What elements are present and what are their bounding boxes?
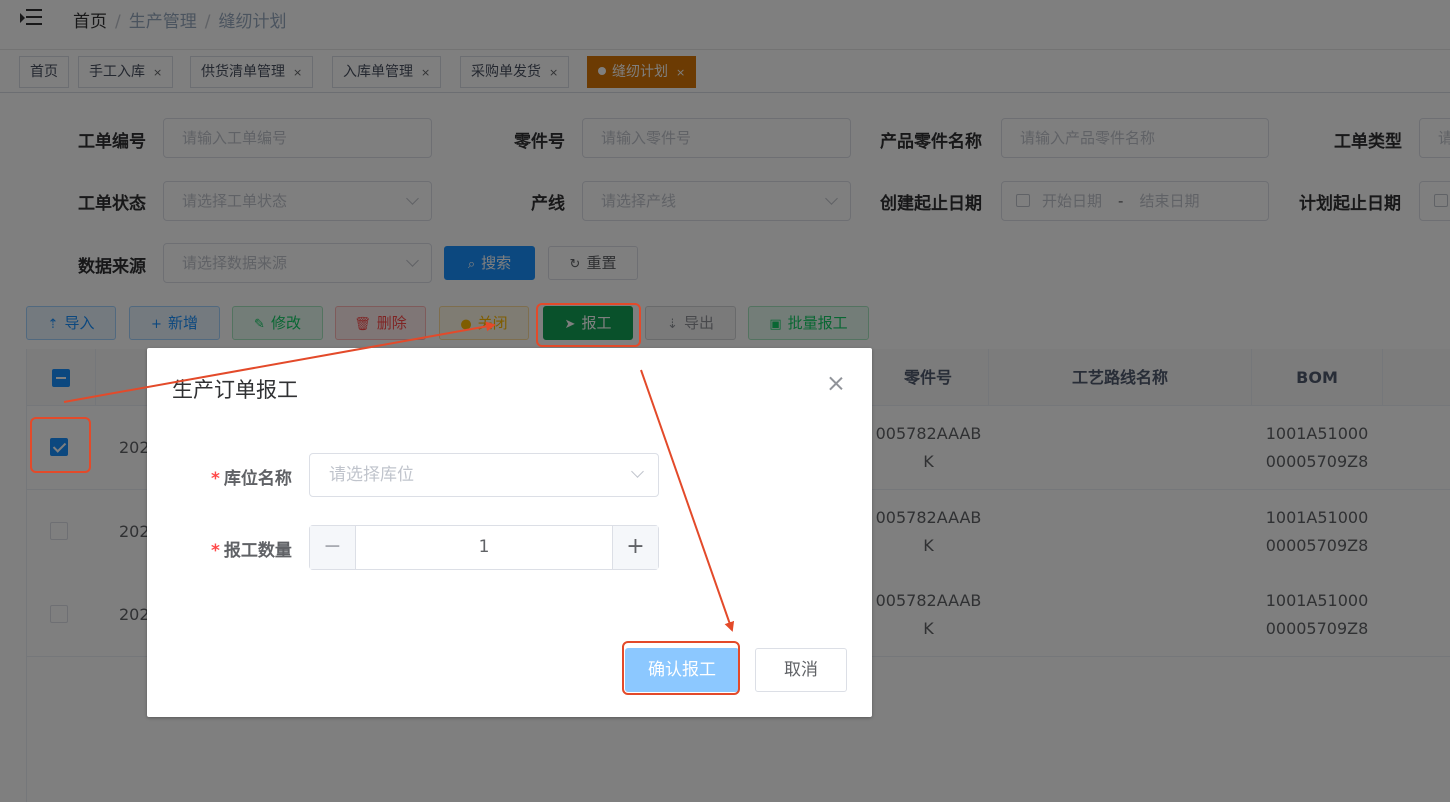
dialog-title: 生产订单报工 [172,378,298,402]
report-dialog: 生产订单报工 * 库位名称 请选择库位 * 报工数量 − 1 + 确认报工 取消 [147,348,872,717]
cancel-button[interactable]: 取消 [755,648,847,692]
close-icon[interactable] [827,374,845,392]
chevron-down-icon [631,465,644,478]
annotation-box-confirm [622,641,740,695]
increment-button[interactable]: + [612,526,658,569]
quantity-stepper[interactable]: − 1 + [309,525,659,570]
quantity-value[interactable]: 1 [356,526,612,569]
annotation-box-report [536,303,641,347]
quantity-label: * 报工数量 [211,541,292,561]
annotation-box-checkbox [30,417,91,473]
location-select[interactable]: 请选择库位 [309,453,659,497]
decrement-button[interactable]: − [310,526,356,569]
location-label: * 库位名称 [211,469,292,489]
